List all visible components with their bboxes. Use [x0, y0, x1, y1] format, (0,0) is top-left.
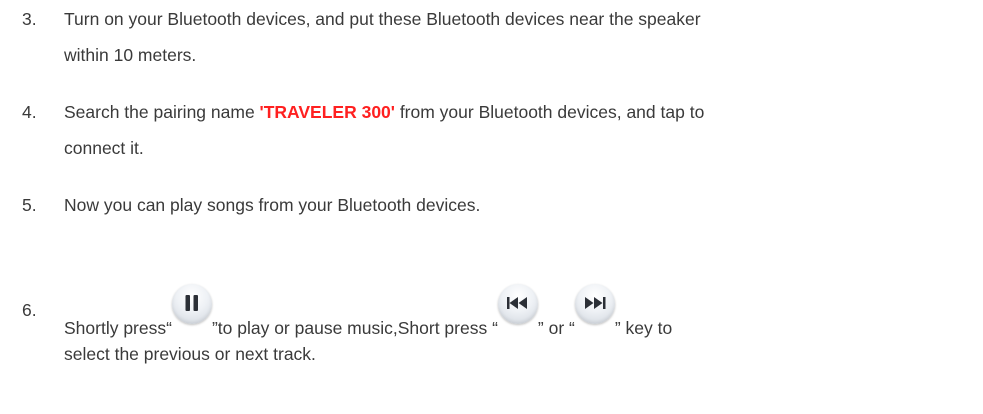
- previous-track-icon: [497, 284, 538, 324]
- step-text-continued: connect it.: [64, 138, 144, 158]
- step-number: 4.: [22, 102, 37, 122]
- step-text: Turn on your Bluetooth devices, and put …: [64, 9, 701, 29]
- step-text-continued: within 10 meters.: [64, 45, 197, 65]
- step-text-d: ” key to: [614, 318, 673, 338]
- next-button-image: [574, 284, 615, 324]
- next-track-icon: [574, 284, 615, 324]
- step-text-before: Search the pairing name: [64, 102, 260, 122]
- pause-button-image: [171, 284, 212, 324]
- step-text-continued: select the previous or next track.: [64, 344, 316, 364]
- previous-button-image: [497, 284, 538, 324]
- step-text-c: ” or “: [537, 318, 575, 338]
- step-text-b: ”to play or pause music,Short press “: [211, 318, 498, 338]
- step-text-after: from your Bluetooth devices, and tap to: [394, 102, 705, 122]
- step-number: 3.: [22, 9, 37, 29]
- step-text-a: Shortly press“: [64, 318, 172, 338]
- step-text: Now you can play songs from your Bluetoo…: [64, 195, 481, 215]
- pause-icon: [171, 284, 212, 324]
- step-text: Search the pairing name 'TRAVELER 300' f…: [64, 102, 704, 123]
- step-number: 5.: [22, 195, 37, 215]
- step-number: 6.: [22, 300, 37, 320]
- step-text: Shortly press“ ”to play or pause music,Sh…: [64, 284, 673, 340]
- pairing-name-highlight: 'TRAVELER 300': [259, 102, 395, 122]
